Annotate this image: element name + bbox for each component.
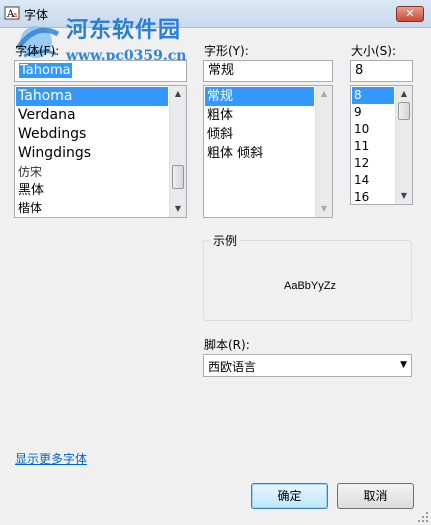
sample-group: 示例 AaBbYyZz xyxy=(203,232,412,321)
style-list[interactable]: 常规 粗体 倾斜 粗体 倾斜 ▲ ▼ xyxy=(203,85,333,218)
size-value: 8 xyxy=(355,63,364,78)
style-value: 常规 xyxy=(208,63,235,78)
show-more-fonts-link[interactable]: 显示更多字体 xyxy=(15,450,87,467)
style-list-item[interactable]: 常规 xyxy=(205,87,314,106)
sample-preview-text: AaBbYyZz xyxy=(284,280,336,292)
font-list-item[interactable]: Wingdings xyxy=(16,144,91,163)
scroll-down-arrow-icon[interactable]: ▼ xyxy=(316,201,332,217)
script-select[interactable]: 西欧语言 ▼ xyxy=(203,354,412,377)
font-list-item[interactable]: 仿宋 xyxy=(16,163,42,182)
size-list-item[interactable]: 16 xyxy=(352,189,369,204)
size-list-item[interactable]: 10 xyxy=(352,121,369,138)
font-list-item[interactable]: Tahoma xyxy=(16,87,168,106)
scroll-up-arrow-icon[interactable]: ▲ xyxy=(396,86,412,102)
close-icon: ✕ xyxy=(405,7,415,20)
size-input[interactable]: 8 xyxy=(350,60,413,82)
font-name-input[interactable]: Tahoma xyxy=(14,60,187,82)
style-label: 字形(Y): xyxy=(204,44,249,58)
style-list-item[interactable]: 倾斜 xyxy=(205,125,233,144)
scroll-down-arrow-icon[interactable]: ▼ xyxy=(396,188,412,204)
script-label: 脚本(R): xyxy=(204,338,250,352)
size-list-item[interactable]: 9 xyxy=(352,104,362,121)
size-list-scrollbar[interactable]: ▲ ▼ xyxy=(395,86,412,204)
scroll-up-arrow-icon[interactable]: ▲ xyxy=(170,86,186,102)
font-list-item[interactable]: 黑体 xyxy=(16,181,44,200)
size-list[interactable]: 8 9 10 11 12 14 16 ▲ ▼ xyxy=(350,85,413,205)
size-list-scroll-thumb[interactable] xyxy=(398,102,410,120)
style-list-scrollbar[interactable]: ▲ ▼ xyxy=(315,86,332,217)
font-list[interactable]: Tahoma Verdana Webdings Wingdings 仿宋 黑体 … xyxy=(14,85,187,218)
style-list-item[interactable]: 粗体 倾斜 xyxy=(205,144,263,163)
size-list-item[interactable]: 14 xyxy=(352,172,369,189)
font-list-scroll-thumb[interactable] xyxy=(172,165,184,189)
font-list-item[interactable]: Verdana xyxy=(16,106,76,125)
font-list-item[interactable]: 楷体 xyxy=(16,199,42,217)
script-value: 西欧语言 xyxy=(208,360,257,374)
watermark-brand: 河东软件园 xyxy=(66,17,182,43)
scroll-up-arrow-icon[interactable]: ▲ xyxy=(316,86,332,102)
title-bar[interactable]: A a 字体 ✕ xyxy=(0,0,431,28)
sample-group-title: 示例 xyxy=(210,232,241,249)
font-list-scrollbar[interactable]: ▲ ▼ xyxy=(169,86,186,217)
ok-button[interactable]: 确定 xyxy=(251,483,328,509)
cancel-button[interactable]: 取消 xyxy=(337,483,414,509)
scroll-down-arrow-icon[interactable]: ▼ xyxy=(170,201,186,217)
chevron-down-icon: ▼ xyxy=(400,360,407,370)
size-list-item[interactable]: 8 xyxy=(352,87,394,104)
size-label: 大小(S): xyxy=(351,44,397,58)
font-label: 字体(F): xyxy=(15,44,60,58)
style-list-item[interactable]: 粗体 xyxy=(205,106,233,125)
resize-grip-icon[interactable] xyxy=(417,511,429,523)
font-list-item[interactable]: Webdings xyxy=(16,125,86,144)
size-list-item[interactable]: 11 xyxy=(352,138,369,155)
font-name-value: Tahoma xyxy=(19,63,72,78)
close-button[interactable]: ✕ xyxy=(396,6,424,22)
style-input[interactable]: 常规 xyxy=(203,60,333,82)
size-list-item[interactable]: 12 xyxy=(352,155,369,172)
